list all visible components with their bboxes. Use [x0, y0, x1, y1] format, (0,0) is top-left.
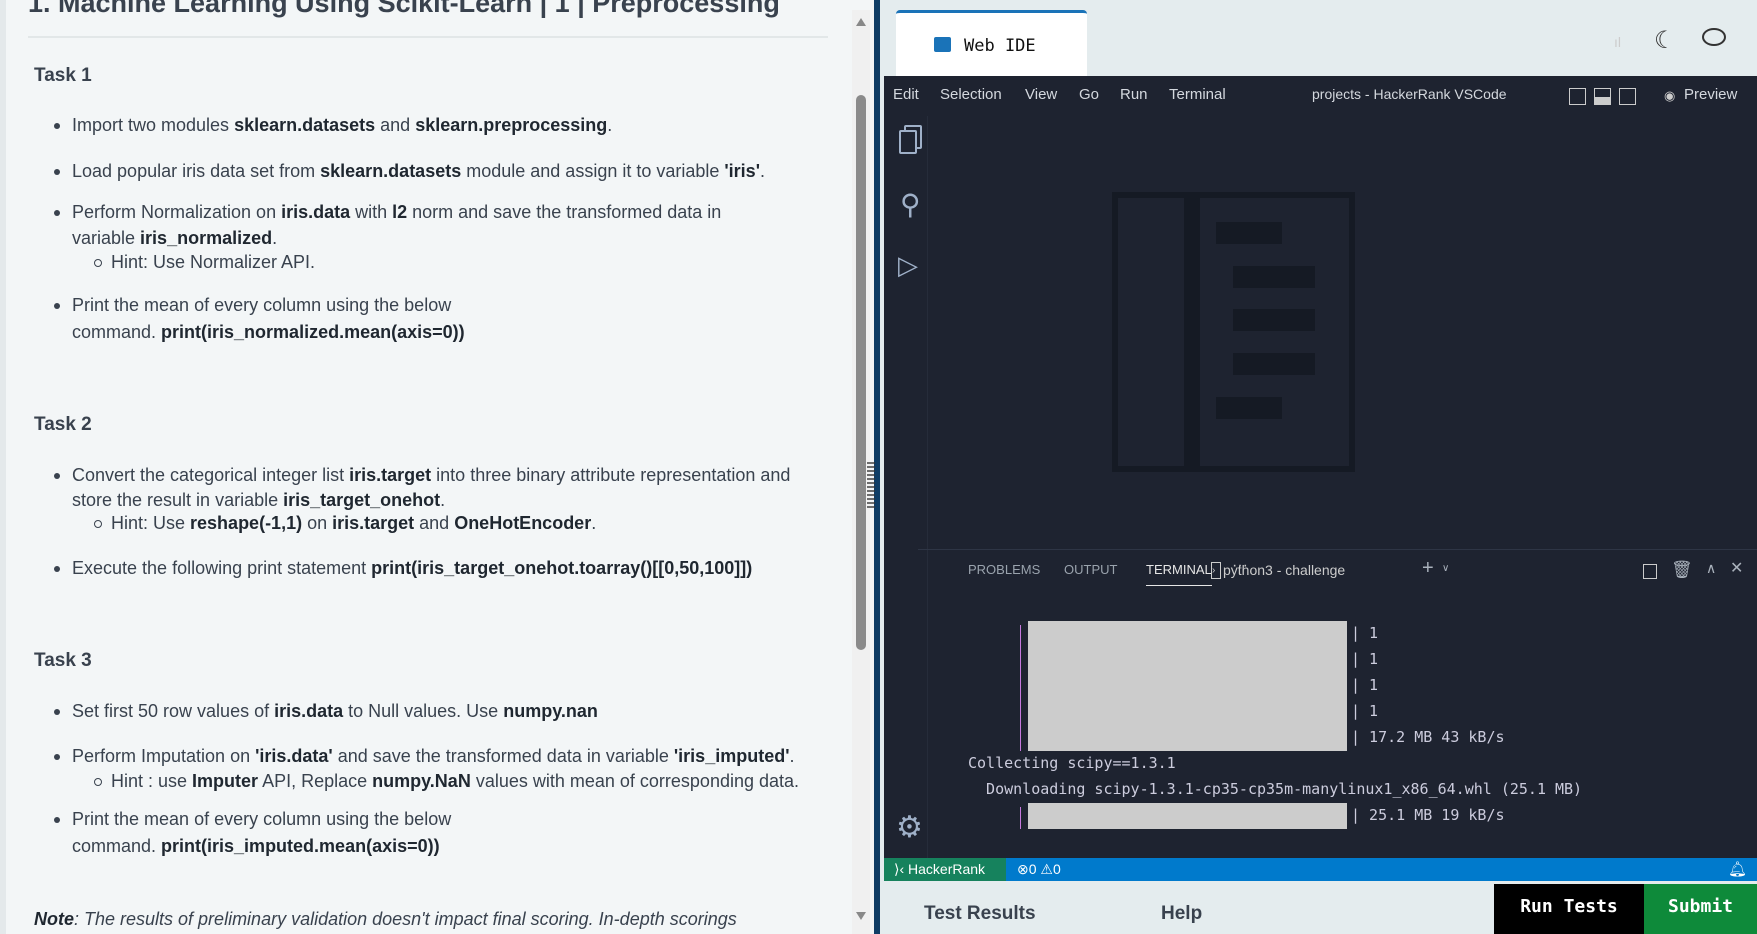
task2-heading: Task 2: [34, 414, 92, 435]
problems-status[interactable]: ⊗0 ⚠0: [1017, 858, 1061, 881]
terminal-icon: ›: [1211, 562, 1221, 579]
tab-label: Web IDE: [964, 36, 1036, 56]
terminal-line: Downloading scipy-1.3.1-cp35-cp35m-manyl…: [968, 780, 1583, 798]
warning-icon: ⚠: [1040, 861, 1053, 877]
task3-bullet-3-cont: command. print(iris_imputed.mean(axis=0)…: [72, 836, 440, 856]
tab-problems[interactable]: PROBLEMS: [968, 562, 1040, 577]
task1-bullet-4-cont: command. print(iris_normalized.mean(axis…: [72, 322, 465, 342]
error-count: 0: [1028, 861, 1037, 877]
maximize-panel-icon[interactable]: ∧: [1706, 560, 1716, 577]
terminal-line: Collecting scipy==1.3.1: [968, 754, 1176, 772]
task2-hint: Hint: Use reshape(-1,1) on iris.target a…: [93, 513, 597, 533]
menu-go[interactable]: Go: [1079, 86, 1099, 103]
task1-bullet-3: Perform Normalization on iris.data with …: [53, 202, 722, 222]
task2-bullet-1-cont: store the result in variable iris_target…: [72, 490, 446, 510]
remote-icon: ⟩‹: [894, 861, 909, 877]
terminal-line: | 1: [1351, 702, 1379, 720]
moon-icon[interactable]: ☾: [1654, 26, 1676, 55]
scroll-thumb[interactable]: [856, 95, 866, 650]
window-title: projects - HackerRank VSCode: [1312, 86, 1507, 102]
bell-icon[interactable]: 🔔︎: [1728, 860, 1747, 878]
search-icon[interactable]: ⚲: [900, 188, 921, 221]
remote-indicator[interactable]: ⟩‹ HackerRank: [884, 858, 1006, 881]
toggle-secondary-sidebar-icon[interactable]: [1619, 88, 1636, 105]
terminal-line: | 1: [1351, 676, 1379, 694]
error-icon: ⊗: [1017, 861, 1029, 877]
task3-bullet-1: Set first 50 row values of iris.data to …: [54, 701, 598, 721]
problem-panel: 1. Machine Learning Using Scikit-Learn |…: [0, 0, 874, 934]
run-tests-button[interactable]: Run Tests: [1494, 884, 1644, 934]
menu-view[interactable]: View: [1025, 86, 1057, 103]
chevron-down-icon[interactable]: ∨: [1442, 563, 1449, 574]
task1-bullet-4: Print the mean of every column using the…: [53, 295, 452, 315]
eye-icon[interactable]: [1702, 28, 1726, 46]
note: Note: The results of preliminary validat…: [34, 909, 737, 929]
task1-hint: Hint: Use Normalizer API.: [93, 252, 316, 272]
run-debug-icon[interactable]: ▷: [898, 250, 918, 281]
signal-icon: ıl: [1614, 34, 1621, 50]
menu-terminal[interactable]: Terminal: [1169, 86, 1226, 103]
task2-bullet-2: Execute the following print statement pr…: [53, 558, 753, 578]
problem-title: 1. Machine Learning Using Scikit-Learn |…: [28, 0, 780, 18]
editor-watermark-icon: [1112, 192, 1355, 472]
tab-terminal[interactable]: TERMINAL: [1146, 562, 1212, 586]
terminal-line: | 25.1 MB 19 kB/s: [1351, 806, 1505, 824]
preview-button[interactable]: Preview: [1684, 86, 1737, 103]
terminal-name[interactable]: python3 - challenge: [1223, 562, 1345, 578]
progress-bar-redacted: [1028, 803, 1347, 829]
progress-bar-left-edge: [1020, 807, 1021, 829]
scroll-down-arrow[interactable]: [856, 912, 866, 920]
terminal-line: | 17.2 MB 43 kB/s: [1351, 728, 1505, 746]
warning-count: 0: [1052, 861, 1061, 877]
monitor-icon: [934, 37, 951, 52]
explorer-icon[interactable]: [899, 130, 917, 154]
menu-selection[interactable]: Selection: [940, 86, 1002, 103]
status-bar: [884, 858, 1757, 881]
tab-web-ide[interactable]: Web IDE: [896, 10, 1087, 76]
progress-bar-left-edge: [1020, 625, 1021, 751]
terminal-line: | 1: [1351, 624, 1379, 642]
close-panel-icon[interactable]: ✕: [1730, 558, 1743, 578]
menu-edit[interactable]: Edit: [893, 86, 919, 103]
toggle-panel-icon[interactable]: [1594, 88, 1611, 105]
preview-eye-icon: ◉: [1664, 88, 1676, 103]
split-terminal-icon[interactable]: [1643, 564, 1657, 579]
submit-button[interactable]: Submit: [1644, 884, 1757, 934]
progress-bar-redacted: [1028, 621, 1347, 751]
tab-test-results[interactable]: Test Results: [924, 903, 1036, 925]
trash-icon[interactable]: 🗑: [1671, 560, 1693, 580]
task3-heading: Task 3: [34, 650, 92, 671]
remote-label: HackerRank: [908, 861, 986, 877]
task3-bullet-2: Perform Imputation on 'iris.data' and sa…: [54, 746, 795, 766]
task1-heading: Task 1: [34, 65, 92, 86]
task3-hint: Hint : use Imputer API, Replace numpy.Na…: [93, 771, 800, 791]
menu-run[interactable]: Run: [1120, 86, 1148, 103]
panel-divider: [918, 549, 1757, 550]
task1-bullet-3-cont: variable iris_normalized.: [72, 228, 278, 248]
task1-bullet-1: Import two modules sklearn.datasets and …: [53, 115, 613, 135]
resize-handle[interactable]: [867, 462, 875, 508]
tab-output[interactable]: OUTPUT: [1064, 562, 1117, 577]
task2-bullet-1: Convert the categorical integer list iri…: [53, 465, 791, 485]
toggle-sidebar-icon[interactable]: [1569, 88, 1586, 105]
tab-help[interactable]: Help: [1161, 903, 1202, 925]
terminal-line: | 1: [1351, 650, 1379, 668]
title-divider: [28, 36, 828, 38]
scroll-up-arrow[interactable]: [856, 18, 866, 26]
new-terminal-icon[interactable]: +: [1422, 557, 1434, 580]
task3-bullet-3: Print the mean of every column using the…: [53, 809, 452, 829]
task1-bullet-2: Load popular iris data set from sklearn.…: [54, 161, 765, 181]
